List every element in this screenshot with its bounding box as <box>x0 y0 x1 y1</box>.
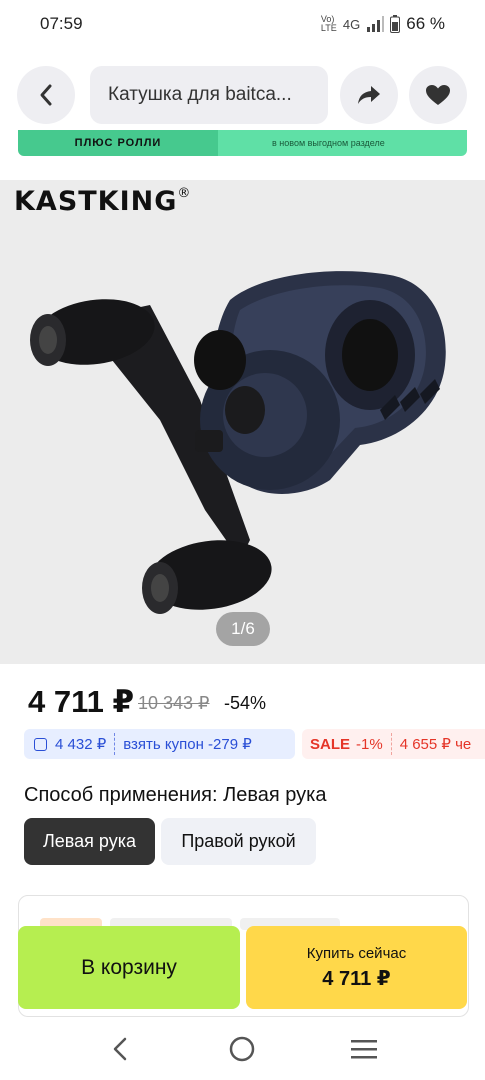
option-left-hand[interactable]: Левая рука <box>24 818 155 865</box>
nav-home-icon[interactable] <box>228 1035 256 1063</box>
battery-level: 66 % <box>406 14 445 33</box>
sale-badge[interactable]: SALE -1% 4 655 ₽ че <box>302 729 485 759</box>
nav-back-icon[interactable] <box>110 1036 130 1062</box>
option-title: Способ применения: Левая рука <box>24 784 327 806</box>
heart-icon <box>426 85 450 105</box>
status-indicators: Vo) LTE 4G 66 % <box>321 14 445 34</box>
favorite-button[interactable] <box>409 66 467 124</box>
share-arrow-icon <box>358 86 380 104</box>
coupon-price: 4 432 ₽ <box>55 736 107 753</box>
coupon-action: взять купон -279 ₽ <box>123 736 252 753</box>
search-query: Катушка для baitca... <box>108 84 292 105</box>
sale-discount: -1% <box>356 735 383 753</box>
buy-now-label: Купить сейчас <box>306 944 407 962</box>
sale-price: 4 655 ₽ че <box>399 736 472 753</box>
promo-banner-title: ПЛЮС РОЛЛИ <box>18 130 218 156</box>
promo-banner-subtitle: в новом выгодном разделе <box>218 130 467 156</box>
network-indicator: 4G <box>342 16 361 32</box>
buy-now-price: 4 711 ₽ <box>322 967 391 990</box>
share-button[interactable] <box>340 66 398 124</box>
status-bar: 07:59 Vo) LTE 4G 66 % <box>0 0 485 50</box>
sale-label: SALE <box>310 735 351 753</box>
back-button[interactable] <box>17 66 75 124</box>
chevron-left-icon <box>40 84 52 106</box>
option-right-hand[interactable]: Правой рукой <box>161 818 316 865</box>
current-price: 4 711 ₽ <box>28 684 135 719</box>
image-counter: 1/6 <box>216 612 270 646</box>
status-time: 07:59 <box>40 14 83 33</box>
system-nav-bar <box>0 1020 485 1080</box>
nav-recents-icon[interactable] <box>350 1037 378 1061</box>
old-price: 10 343 ₽ <box>138 693 210 713</box>
sale-divider <box>390 733 392 755</box>
coupon-checkbox-icon <box>34 737 47 751</box>
volte-indicator: Vo) LTE <box>320 14 337 33</box>
product-image <box>30 271 446 614</box>
brand-logo: KASTKING® <box>14 186 191 217</box>
coupon-divider <box>114 733 116 755</box>
search-field[interactable]: Катушка для baitca... <box>90 66 328 124</box>
coupon-banner[interactable]: 4 432 ₽ взять купон -279 ₽ <box>24 729 295 759</box>
signal-icon <box>367 16 385 32</box>
add-to-cart-button[interactable]: В корзину <box>18 926 240 1009</box>
discount-percent: -54% <box>224 693 267 713</box>
product-image-gallery[interactable] <box>0 180 485 664</box>
battery-icon <box>390 15 401 33</box>
buy-now-button[interactable]: Купить сейчас 4 711 ₽ <box>246 926 467 1009</box>
promo-banner[interactable]: ПЛЮС РОЛЛИ в новом выгодном разделе <box>18 130 467 156</box>
brand-name: KASTKING <box>14 186 178 217</box>
registered-mark: ® <box>177 186 192 201</box>
